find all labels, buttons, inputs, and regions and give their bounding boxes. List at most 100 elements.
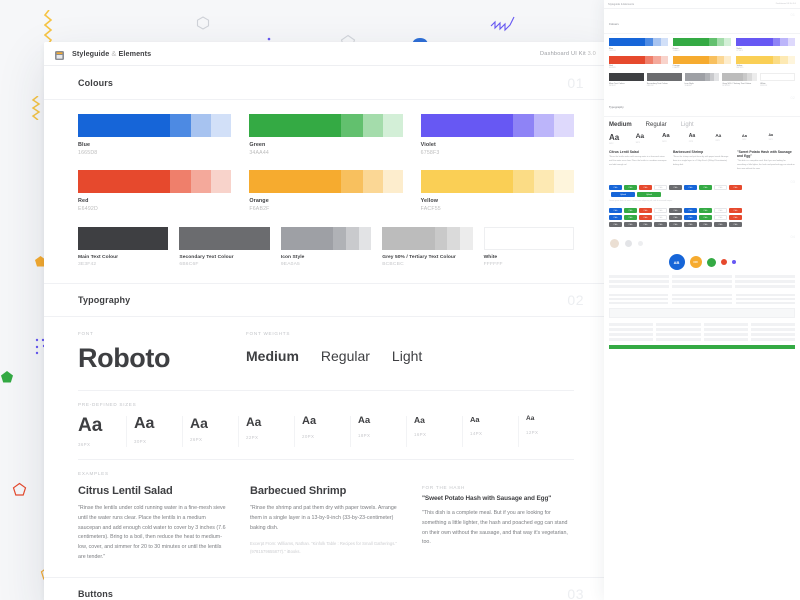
pentagon-green-icon: [0, 370, 14, 384]
greyscale-swatch[interactable]: Grey 50% / Tertiary Text Colour BCBCBC: [382, 227, 473, 267]
preview-button[interactable]: Click: [729, 222, 742, 228]
preview-button[interactable]: Click: [609, 222, 622, 228]
size-label: 26PX: [662, 141, 667, 144]
preview-button[interactable]: Click: [729, 215, 742, 221]
swatch-hex: 1665D8: [78, 150, 98, 156]
swatch-bar: [736, 55, 795, 64]
size-label: 36PX: [78, 442, 91, 447]
section-header-buttons: Buttons 03: [44, 576, 608, 600]
preview-button[interactable]: Click: [669, 215, 682, 221]
preview-button[interactable]: Click: [669, 208, 682, 214]
greyscale-swatch[interactable]: White FFFFFF: [483, 227, 575, 267]
preview-button[interactable]: Click: [714, 185, 727, 191]
preview-button[interactable]: Click: [669, 185, 682, 191]
colour-swatch[interactable]: Red E6492D: [78, 170, 232, 212]
preview-button[interactable]: Click: [699, 185, 712, 191]
preview-button[interactable]: Click: [729, 185, 742, 191]
swatch-hex: 6758F3: [420, 150, 440, 156]
swatch-bar: [78, 227, 169, 250]
preview-swatch: Blue 1665D8: [609, 38, 668, 52]
preview-button[interactable]: Click: [714, 215, 727, 221]
preview-button[interactable]: Click: [714, 208, 727, 214]
size-aa: Aa: [768, 132, 774, 137]
size-aa: Aa: [134, 415, 155, 432]
greyscale-swatch[interactable]: Secondary Text Colour 6B6C6F: [179, 227, 270, 267]
preview-button-rows: Click Click Click Click Click Click Click Click…: [604, 179, 800, 198]
font-block: FONT Roboto: [78, 331, 246, 374]
swatch-hex: 9EA0A5: [280, 262, 300, 267]
preview-button[interactable]: Click: [699, 222, 712, 228]
colour-swatch[interactable]: Blue 1665D8: [78, 114, 232, 156]
preview-button[interactable]: Click: [684, 208, 697, 214]
preview-button[interactable]: Click: [609, 208, 622, 214]
colour-swatch[interactable]: Yellow FACF55: [420, 170, 574, 212]
preview-button-upload[interactable]: Upload: [637, 192, 661, 198]
avatar-initials: AB: [668, 254, 685, 271]
size-aa: Aa: [609, 132, 620, 142]
swatch-hex: 3E3F42: [609, 84, 616, 87]
preview-button[interactable]: Click: [624, 185, 637, 191]
colour-swatch[interactable]: Green 34AA44: [249, 114, 403, 156]
preview-button[interactable]: Click: [684, 185, 697, 191]
avatar: [625, 240, 632, 248]
swatch-bar: [736, 38, 795, 46]
weight-medium: Medium: [246, 348, 299, 364]
preview-button[interactable]: Click: [624, 208, 637, 214]
preview-button[interactable]: Click: [684, 215, 697, 221]
preview-button[interactable]: Click: [729, 208, 742, 214]
preview-button[interactable]: Click: [654, 215, 667, 221]
squiggle-yellow-icon: [44, 10, 54, 46]
preview-button[interactable]: Click: [684, 222, 697, 228]
weight-light: Light: [391, 348, 423, 364]
examples-eyebrow: EXAMPLES: [78, 471, 109, 476]
size-sample: Aa 18PX: [350, 416, 406, 447]
size-sample: Aa 26PX: [182, 416, 238, 447]
preview-button[interactable]: Click: [609, 185, 622, 191]
preview-swatch: Violet 6758F3: [736, 38, 795, 52]
preview-button[interactable]: Click: [654, 185, 667, 191]
greyscale-swatch[interactable]: Main Text Colour 3E3F42: [78, 227, 169, 267]
preview-weight-medium: Medium: [609, 121, 632, 128]
swatch-bar: [646, 73, 682, 81]
preview-button[interactable]: Click: [669, 222, 682, 228]
preview-button[interactable]: Click: [639, 185, 652, 191]
preview-button[interactable]: Click: [639, 215, 652, 221]
preview-button[interactable]: Click: [714, 222, 727, 228]
preview-weights: Medium Regular Light: [604, 117, 800, 128]
preview-button[interactable]: Click: [624, 215, 637, 221]
greyscale-swatch[interactable]: Icon Style 9EA0A5: [280, 227, 372, 267]
preview-button[interactable]: Click: [699, 208, 712, 214]
example-body: "This dish is a complete meal. But if yo…: [737, 160, 795, 170]
preview-button[interactable]: Click: [654, 208, 667, 214]
preview-button[interactable]: Click: [639, 222, 652, 228]
size-sample: Aa 30PX: [126, 416, 182, 447]
colour-swatch[interactable]: Violet 6758F3: [420, 114, 574, 156]
preview-typography-number: 02: [790, 94, 795, 100]
example-heading: Barbecued Shrimp: [673, 150, 704, 155]
font-eyebrow: FONT: [78, 331, 94, 336]
preview-weight-regular: Regular: [645, 121, 667, 128]
example-citation: Excerpt From: Williams, Nathan. "Kinfolk…: [250, 541, 397, 554]
preview-section-buttons: 03: [604, 176, 800, 184]
example-body: "Rinse the lentils under cold running wa…: [78, 505, 226, 560]
avatar: [731, 260, 736, 265]
preview-button[interactable]: Click: [654, 222, 667, 228]
hexagon-outline-icon: [196, 16, 210, 30]
size-aa: Aa: [688, 132, 696, 139]
swatch-bar: [672, 38, 732, 46]
preview-button-rows-2: Click Click Click Click Click Click Click Click…: [604, 202, 800, 228]
size-label: 14PX: [470, 430, 483, 436]
preview-button[interactable]: Click: [639, 208, 652, 214]
size-aa: Aa: [741, 132, 747, 138]
preview-size: Aa 36PX: [609, 132, 636, 145]
colour-swatch[interactable]: Orange F6AB2F: [249, 170, 403, 212]
swatch-name: Violet: [420, 142, 436, 148]
preview-panel[interactable]: Styleguide & Elements Dashboard UI Kit 3…: [604, 0, 800, 600]
example-body: "Rinse the shrimp and pat them dry with …: [250, 505, 397, 531]
preview-button[interactable]: Click: [699, 215, 712, 221]
preview-button[interactable]: Click: [609, 215, 622, 221]
card-body: Colours 01 Blue 1665D8 Green 34AA44 Viol…: [44, 66, 608, 600]
preview-button-upload[interactable]: Upload: [611, 192, 635, 198]
preview-button[interactable]: Click: [624, 222, 637, 228]
squiggle-yellow-2-icon: [30, 96, 42, 120]
